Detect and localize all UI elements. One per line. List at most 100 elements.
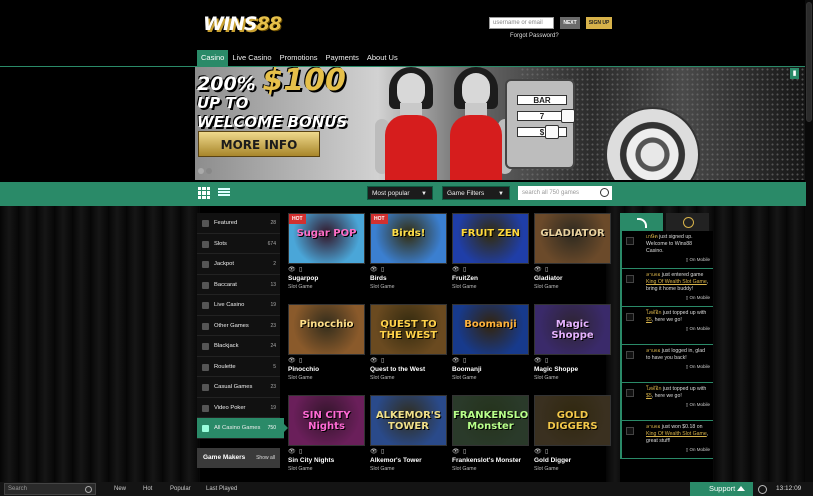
game-name[interactable]: FruitZen xyxy=(452,275,529,283)
username-input[interactable]: username or email xyxy=(489,17,554,29)
game-tile[interactable]: GOLD DIGGERS 👁 ▯ Gold Digger Slot Game xyxy=(534,395,611,473)
game-name[interactable]: Quest to the West xyxy=(370,366,447,374)
nav-payments[interactable]: Payments xyxy=(322,50,363,66)
signup-button[interactable]: SIGN UP xyxy=(586,17,612,29)
game-tile[interactable]: Pinocchio 👁 ▯ Pinocchio Slot Game xyxy=(288,304,365,382)
game-search-input[interactable]: search all 750 games xyxy=(518,186,612,200)
bottom-tab-hot[interactable]: Hot xyxy=(143,482,152,496)
game-name[interactable]: Magic Shoppe xyxy=(534,366,611,374)
search-icon[interactable] xyxy=(600,188,609,197)
sidebar-item-slots[interactable]: Slots 674 xyxy=(197,234,280,254)
site-logo[interactable]: WINS88 xyxy=(203,13,282,35)
game-tile[interactable]: SIN CITY Nights 👁 ▯ Sin City Nights Slot Ga… xyxy=(288,395,365,473)
activity-user[interactable]: ลาเดอ xyxy=(646,424,660,430)
nav-promotions[interactable]: Promotions xyxy=(276,50,322,66)
eye-icon[interactable]: 👁 xyxy=(452,449,460,455)
game-name[interactable]: Sin City Nights xyxy=(288,457,365,465)
activity-user[interactable]: เกษิต xyxy=(646,234,658,240)
game-tile[interactable]: ALKEMOR'S TOWER 👁 ▯ Alkemor's Tower Slot Ga… xyxy=(370,395,447,473)
eye-icon[interactable]: 👁 xyxy=(370,267,378,273)
game-name[interactable]: Gold Digger xyxy=(534,457,611,465)
support-button[interactable]: Support xyxy=(690,482,753,496)
banner-dot-1[interactable] xyxy=(198,168,204,174)
eye-icon[interactable]: 👁 xyxy=(288,358,296,364)
sidebar-item-casual-games[interactable]: Casual Games 23 xyxy=(197,377,280,398)
scrollbar-thumb[interactable] xyxy=(806,2,812,122)
show-all-link[interactable]: Show all xyxy=(256,448,275,468)
game-tile[interactable]: QUEST TO THE WEST 👁 ▯ Quest to the West Slo… xyxy=(370,304,447,382)
game-thumbnail[interactable]: HOT Sugar POP xyxy=(288,213,365,264)
game-thumbnail[interactable]: SIN CITY Nights xyxy=(288,395,365,446)
game-tile[interactable]: FRUIT ZEN 👁 ▯ FruitZen Slot Game xyxy=(452,213,529,291)
game-thumbnail[interactable]: QUEST TO THE WEST xyxy=(370,304,447,355)
game-name[interactable]: Pinocchio xyxy=(288,366,365,374)
game-thumbnail[interactable]: Magic Shoppe xyxy=(534,304,611,355)
eye-icon[interactable]: 👁 xyxy=(452,358,460,364)
game-thumbnail[interactable]: GLADIATOR xyxy=(534,213,611,264)
game-name[interactable]: Frankenslot's Monster xyxy=(452,457,529,465)
next-button[interactable]: NEXT xyxy=(560,17,580,29)
banner-dot-2[interactable] xyxy=(206,168,212,174)
bottom-tab-popular[interactable]: Popular xyxy=(170,482,191,496)
eye-icon[interactable]: 👁 xyxy=(370,449,378,455)
nav-about-us[interactable]: About Us xyxy=(363,50,402,66)
search-icon[interactable] xyxy=(85,486,92,493)
nav-casino[interactable]: Casino xyxy=(197,50,229,66)
activity-user[interactable]: ลาเดอ xyxy=(646,348,660,354)
eye-icon[interactable]: 👁 xyxy=(370,358,378,364)
activity-game-link[interactable]: King Of Wealth Slot Game xyxy=(646,431,707,437)
bottom-search-input[interactable]: Search xyxy=(4,483,96,495)
sidebar-item-other-games[interactable]: Other Games 23 xyxy=(197,316,280,336)
game-tile[interactable]: HOT Birds! 👁 ▯ Birds Slot Game xyxy=(370,213,447,291)
eye-icon[interactable]: 👁 xyxy=(452,267,460,273)
game-name[interactable]: Boomanji xyxy=(452,366,529,374)
game-filter-select[interactable]: Game Filters ▼ xyxy=(442,186,510,200)
game-name[interactable]: Alkemor's Tower xyxy=(370,457,447,465)
promo-banner[interactable]: 200% $100 UP TO WELCOME BONUS MORE INFO … xyxy=(195,67,805,180)
activity-user[interactable]: โสดัอิก xyxy=(646,386,662,392)
bookmark-icon[interactable]: ▮ xyxy=(790,68,799,79)
nav-live-casino[interactable]: Live Casino xyxy=(228,50,275,66)
game-name[interactable]: Sugarpop xyxy=(288,275,365,283)
game-thumbnail[interactable]: FRUIT ZEN xyxy=(452,213,529,264)
game-thumbnail[interactable]: HOT Birds! xyxy=(370,213,447,264)
game-tile[interactable]: Magic Shoppe 👁 ▯ Magic Shoppe Slot Game xyxy=(534,304,611,382)
list-view-icon[interactable] xyxy=(218,188,230,198)
sidebar-item-video-poker[interactable]: Video Poker 19 xyxy=(197,398,280,418)
grid-view-icon[interactable] xyxy=(198,187,210,199)
game-tile[interactable]: Boomanji 👁 ▯ Boomanji Slot Game xyxy=(452,304,529,382)
sidebar-item-live-casino[interactable]: Live Casino 19 xyxy=(197,295,280,316)
sidebar-item-jackpot[interactable]: Jackpot 2 xyxy=(197,254,280,275)
more-info-button[interactable]: MORE INFO xyxy=(198,131,320,157)
game-tile[interactable]: FRANKENSLOT'S Monster👁 ▯Frankenslot's Mo… xyxy=(452,395,529,473)
chat-icon[interactable] xyxy=(666,213,709,231)
sort-select[interactable]: Most popular ▼ xyxy=(367,186,433,200)
game-tile[interactable]: HOT Sugar POP 👁 ▯ Sugarpop Slot Game xyxy=(288,213,365,291)
game-thumbnail[interactable]: Pinocchio xyxy=(288,304,365,355)
sidebar-item-all-casino-games[interactable]: All Casino Games 750 xyxy=(197,418,288,439)
bottom-tab-new[interactable]: New xyxy=(114,482,126,496)
game-thumbnail[interactable]: ALKEMOR'S TOWER xyxy=(370,395,447,446)
scrollbar[interactable] xyxy=(805,0,813,482)
game-thumbnail[interactable]: FRANKENSLOT'S Monster xyxy=(452,395,529,446)
eye-icon[interactable]: 👁 xyxy=(534,358,542,364)
game-thumbnail[interactable]: Boomanji xyxy=(452,304,529,355)
rss-icon[interactable] xyxy=(620,213,663,231)
eye-icon[interactable]: 👁 xyxy=(288,267,296,273)
game-name[interactable]: Birds xyxy=(370,275,447,283)
sidebar-item-featured[interactable]: Featured 28 xyxy=(197,213,280,234)
activity-game-link[interactable]: King Of Wealth Slot Game xyxy=(646,279,707,285)
sidebar-item-blackjack[interactable]: Blackjack 24 xyxy=(197,336,280,357)
eye-icon[interactable]: 👁 xyxy=(534,449,542,455)
eye-icon[interactable]: 👁 xyxy=(288,449,296,455)
bottom-tab-last-played[interactable]: Last Played xyxy=(206,482,237,496)
game-name[interactable]: Gladiator xyxy=(534,275,611,283)
game-thumbnail[interactable]: GOLD DIGGERS xyxy=(534,395,611,446)
activity-user[interactable]: ลาเดอ xyxy=(646,272,660,278)
sidebar-item-baccarat[interactable]: Baccarat 13 xyxy=(197,275,280,295)
sidebar-item-roulette[interactable]: Roulette 5 xyxy=(197,357,280,377)
activity-user[interactable]: โสดัอิก xyxy=(646,310,662,316)
eye-icon[interactable]: 👁 xyxy=(534,267,542,273)
game-tile[interactable]: GLADIATOR 👁 ▯ Gladiator Slot Game xyxy=(534,213,611,291)
forgot-password-link[interactable]: Forgot Password? xyxy=(510,33,559,39)
